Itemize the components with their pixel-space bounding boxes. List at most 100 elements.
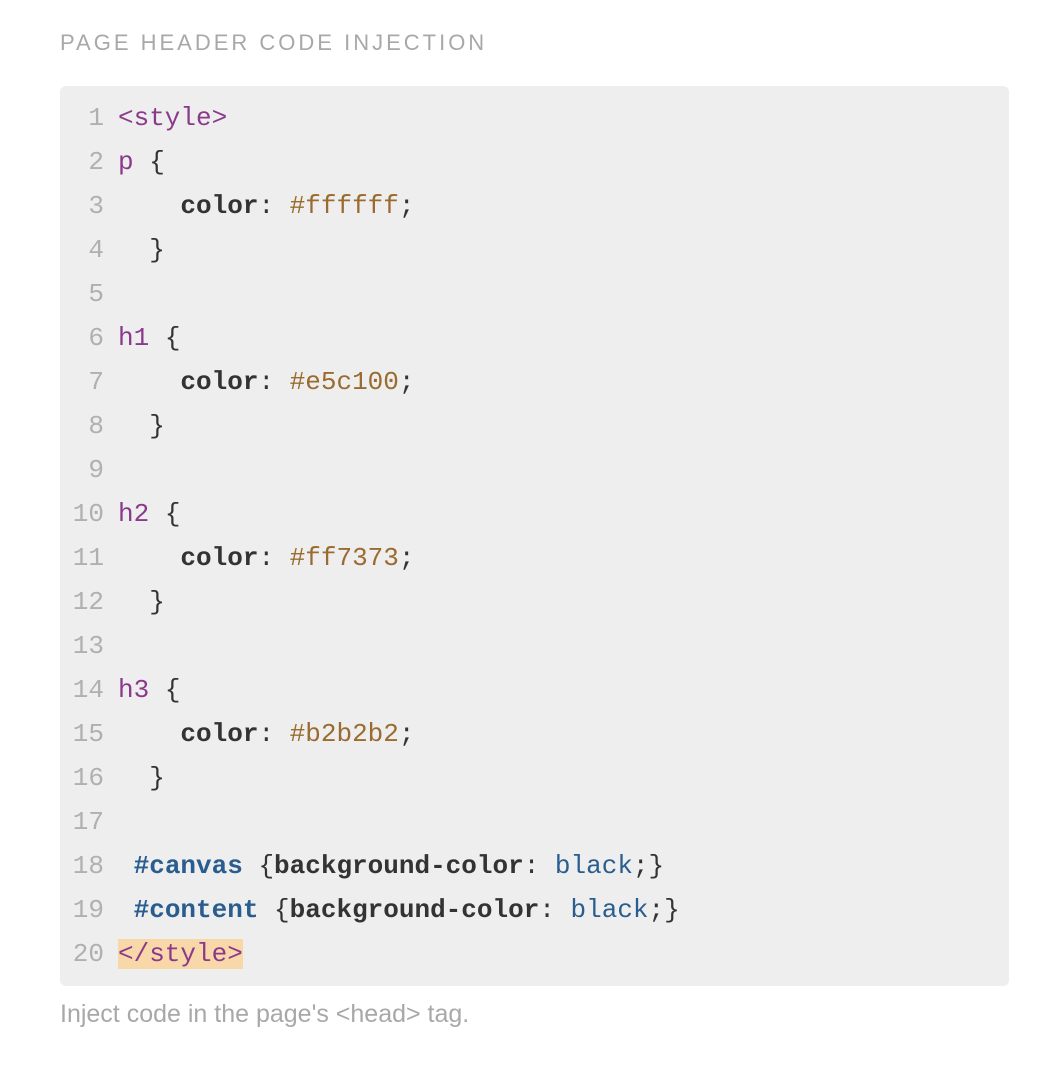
code-line[interactable]: 3 color: #ffffff; (60, 184, 1009, 228)
code-content[interactable]: color: #ffffff; (118, 184, 1009, 228)
code-token (149, 323, 165, 353)
code-line[interactable]: 13 (60, 624, 1009, 668)
code-token (149, 675, 165, 705)
code-line[interactable]: 9 (60, 448, 1009, 492)
code-token: color (180, 719, 258, 749)
code-line[interactable]: 19 #content {background-color: black;} (60, 888, 1009, 932)
code-token: { (165, 323, 181, 353)
line-number: 17 (60, 800, 118, 844)
code-token: #ffffff (290, 191, 399, 221)
code-line[interactable]: 8 } (60, 404, 1009, 448)
line-number: 5 (60, 272, 118, 316)
code-content[interactable]: } (118, 228, 1009, 272)
code-content[interactable]: #canvas {background-color: black;} (118, 844, 1009, 888)
code-line[interactable]: 4 } (60, 228, 1009, 272)
code-line[interactable]: 5 (60, 272, 1009, 316)
code-token: } (149, 411, 165, 441)
code-token: ; (399, 191, 415, 221)
code-content[interactable]: h2 { (118, 492, 1009, 536)
code-token: color (180, 191, 258, 221)
code-token: : (258, 367, 289, 397)
code-line[interactable]: 12 } (60, 580, 1009, 624)
code-token (118, 763, 149, 793)
code-token: #canvas (134, 851, 243, 881)
code-line[interactable]: 7 color: #e5c100; (60, 360, 1009, 404)
line-number: 2 (60, 140, 118, 184)
code-content[interactable]: color: #e5c100; (118, 360, 1009, 404)
code-token (118, 235, 149, 265)
code-content[interactable]: p { (118, 140, 1009, 184)
code-token: </style> (118, 939, 243, 969)
code-token (118, 895, 134, 925)
code-content[interactable]: } (118, 580, 1009, 624)
line-number: 19 (60, 888, 118, 932)
code-token (118, 543, 180, 573)
code-token: : (258, 191, 289, 221)
code-token: } (649, 851, 665, 881)
line-number: 14 (60, 668, 118, 712)
code-token (118, 587, 149, 617)
code-token (243, 851, 259, 881)
code-content[interactable]: } (118, 404, 1009, 448)
code-content[interactable]: h1 { (118, 316, 1009, 360)
code-token: <style> (118, 103, 227, 133)
code-token: #content (134, 895, 259, 925)
code-content[interactable]: } (118, 756, 1009, 800)
code-token: } (664, 895, 680, 925)
code-line[interactable]: 14h3 { (60, 668, 1009, 712)
code-token: : (258, 719, 289, 749)
code-token: ; (649, 895, 665, 925)
code-line[interactable]: 16 } (60, 756, 1009, 800)
code-token: { (165, 499, 181, 529)
code-token: background-color (274, 851, 524, 881)
code-content[interactable]: color: #b2b2b2; (118, 712, 1009, 756)
code-editor[interactable]: 1<style>2p {3 color: #ffffff;4 }56h1 {7 … (60, 86, 1009, 986)
code-token: h1 (118, 323, 149, 353)
code-token: { (274, 895, 290, 925)
code-line[interactable]: 20</style> (60, 932, 1009, 976)
code-line[interactable]: 11 color: #ff7373; (60, 536, 1009, 580)
code-token: background-color (290, 895, 540, 925)
code-line[interactable]: 15 color: #b2b2b2; (60, 712, 1009, 756)
code-content[interactable]: color: #ff7373; (118, 536, 1009, 580)
code-token: p (118, 147, 134, 177)
code-token: } (149, 763, 165, 793)
line-number: 20 (60, 932, 118, 976)
code-token: color (180, 543, 258, 573)
code-content[interactable]: h3 { (118, 668, 1009, 712)
code-token: ; (399, 719, 415, 749)
code-line[interactable]: 17 (60, 800, 1009, 844)
code-token: black (571, 895, 649, 925)
code-line[interactable]: 2p { (60, 140, 1009, 184)
line-number: 1 (60, 96, 118, 140)
code-token: ; (399, 367, 415, 397)
code-token (149, 499, 165, 529)
line-number: 11 (60, 536, 118, 580)
code-content[interactable]: #content {background-color: black;} (118, 888, 1009, 932)
code-token: : (258, 543, 289, 573)
code-token (118, 411, 149, 441)
code-token: black (555, 851, 633, 881)
line-number: 4 (60, 228, 118, 272)
code-token: { (165, 675, 181, 705)
code-line[interactable]: 18 #canvas {background-color: black;} (60, 844, 1009, 888)
code-token: color (180, 367, 258, 397)
code-content[interactable]: <style> (118, 96, 1009, 140)
code-token (258, 895, 274, 925)
line-number: 7 (60, 360, 118, 404)
code-token: { (149, 147, 165, 177)
code-token (134, 147, 150, 177)
code-token: h3 (118, 675, 149, 705)
code-content[interactable]: </style> (118, 932, 1009, 976)
code-line[interactable]: 1<style> (60, 96, 1009, 140)
line-number: 6 (60, 316, 118, 360)
code-token: : (539, 895, 570, 925)
line-number: 15 (60, 712, 118, 756)
code-token (118, 191, 180, 221)
line-number: 9 (60, 448, 118, 492)
code-token (118, 719, 180, 749)
code-line[interactable]: 10h2 { (60, 492, 1009, 536)
code-token: #ff7373 (290, 543, 399, 573)
section-title: PAGE HEADER CODE INJECTION (60, 30, 1009, 56)
code-line[interactable]: 6h1 { (60, 316, 1009, 360)
